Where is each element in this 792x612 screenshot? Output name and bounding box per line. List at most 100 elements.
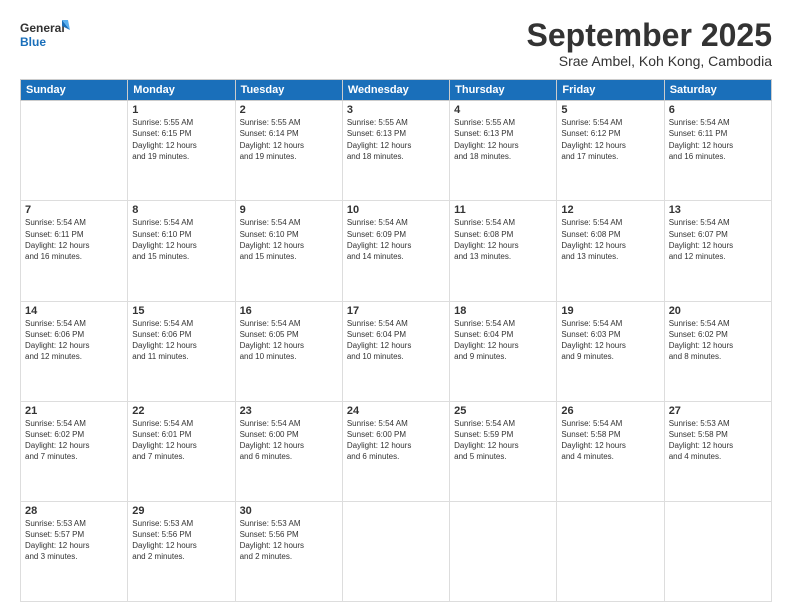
calendar-week-2: 7Sunrise: 5:54 AM Sunset: 6:11 PM Daylig… [21, 201, 772, 301]
weekday-header-saturday: Saturday [664, 80, 771, 101]
calendar-cell [557, 501, 664, 601]
svg-text:Blue: Blue [20, 35, 46, 49]
calendar-week-4: 21Sunrise: 5:54 AM Sunset: 6:02 PM Dayli… [21, 401, 772, 501]
calendar-cell: 18Sunrise: 5:54 AM Sunset: 6:04 PM Dayli… [450, 301, 557, 401]
day-number: 10 [347, 204, 445, 216]
location: Srae Ambel, Koh Kong, Cambodia [527, 53, 772, 69]
day-number: 17 [347, 305, 445, 317]
calendar-cell: 23Sunrise: 5:54 AM Sunset: 6:00 PM Dayli… [235, 401, 342, 501]
calendar-cell: 11Sunrise: 5:54 AM Sunset: 6:08 PM Dayli… [450, 201, 557, 301]
day-number: 22 [132, 405, 230, 417]
calendar-cell: 7Sunrise: 5:54 AM Sunset: 6:11 PM Daylig… [21, 201, 128, 301]
day-number: 25 [454, 405, 552, 417]
day-info: Sunrise: 5:55 AM Sunset: 6:13 PM Dayligh… [454, 117, 552, 162]
calendar-cell: 8Sunrise: 5:54 AM Sunset: 6:10 PM Daylig… [128, 201, 235, 301]
page: General Blue September 2025 Srae Ambel, … [0, 0, 792, 612]
calendar-cell: 4Sunrise: 5:55 AM Sunset: 6:13 PM Daylig… [450, 101, 557, 201]
calendar-cell: 16Sunrise: 5:54 AM Sunset: 6:05 PM Dayli… [235, 301, 342, 401]
day-info: Sunrise: 5:54 AM Sunset: 5:59 PM Dayligh… [454, 418, 552, 463]
calendar-cell: 25Sunrise: 5:54 AM Sunset: 5:59 PM Dayli… [450, 401, 557, 501]
day-info: Sunrise: 5:54 AM Sunset: 6:04 PM Dayligh… [347, 318, 445, 363]
day-info: Sunrise: 5:53 AM Sunset: 5:57 PM Dayligh… [25, 518, 123, 563]
title-block: September 2025 Srae Ambel, Koh Kong, Cam… [527, 18, 772, 69]
day-number: 11 [454, 204, 552, 216]
calendar-cell: 28Sunrise: 5:53 AM Sunset: 5:57 PM Dayli… [21, 501, 128, 601]
day-number: 7 [25, 204, 123, 216]
weekday-header-tuesday: Tuesday [235, 80, 342, 101]
calendar-cell: 19Sunrise: 5:54 AM Sunset: 6:03 PM Dayli… [557, 301, 664, 401]
day-number: 14 [25, 305, 123, 317]
day-info: Sunrise: 5:54 AM Sunset: 6:01 PM Dayligh… [132, 418, 230, 463]
day-info: Sunrise: 5:54 AM Sunset: 6:04 PM Dayligh… [454, 318, 552, 363]
weekday-header-row: SundayMondayTuesdayWednesdayThursdayFrid… [21, 80, 772, 101]
day-number: 23 [240, 405, 338, 417]
calendar-cell: 12Sunrise: 5:54 AM Sunset: 6:08 PM Dayli… [557, 201, 664, 301]
day-number: 21 [25, 405, 123, 417]
calendar-week-1: 1Sunrise: 5:55 AM Sunset: 6:15 PM Daylig… [21, 101, 772, 201]
day-number: 26 [561, 405, 659, 417]
weekday-header-wednesday: Wednesday [342, 80, 449, 101]
calendar-cell: 1Sunrise: 5:55 AM Sunset: 6:15 PM Daylig… [128, 101, 235, 201]
day-info: Sunrise: 5:55 AM Sunset: 6:14 PM Dayligh… [240, 117, 338, 162]
calendar-cell: 21Sunrise: 5:54 AM Sunset: 6:02 PM Dayli… [21, 401, 128, 501]
calendar-cell [450, 501, 557, 601]
day-number: 16 [240, 305, 338, 317]
day-number: 6 [669, 104, 767, 116]
calendar-cell [342, 501, 449, 601]
calendar-cell: 22Sunrise: 5:54 AM Sunset: 6:01 PM Dayli… [128, 401, 235, 501]
calendar-week-3: 14Sunrise: 5:54 AM Sunset: 6:06 PM Dayli… [21, 301, 772, 401]
calendar-cell: 13Sunrise: 5:54 AM Sunset: 6:07 PM Dayli… [664, 201, 771, 301]
calendar-cell: 15Sunrise: 5:54 AM Sunset: 6:06 PM Dayli… [128, 301, 235, 401]
day-number: 13 [669, 204, 767, 216]
day-info: Sunrise: 5:54 AM Sunset: 6:08 PM Dayligh… [561, 217, 659, 262]
calendar-cell: 3Sunrise: 5:55 AM Sunset: 6:13 PM Daylig… [342, 101, 449, 201]
weekday-header-monday: Monday [128, 80, 235, 101]
month-title: September 2025 [527, 18, 772, 53]
day-number: 3 [347, 104, 445, 116]
calendar-week-5: 28Sunrise: 5:53 AM Sunset: 5:57 PM Dayli… [21, 501, 772, 601]
calendar-cell: 29Sunrise: 5:53 AM Sunset: 5:56 PM Dayli… [128, 501, 235, 601]
day-number: 4 [454, 104, 552, 116]
day-number: 5 [561, 104, 659, 116]
day-number: 30 [240, 505, 338, 517]
day-info: Sunrise: 5:54 AM Sunset: 6:05 PM Dayligh… [240, 318, 338, 363]
calendar-cell: 24Sunrise: 5:54 AM Sunset: 6:00 PM Dayli… [342, 401, 449, 501]
day-number: 18 [454, 305, 552, 317]
day-info: Sunrise: 5:54 AM Sunset: 6:02 PM Dayligh… [669, 318, 767, 363]
day-number: 20 [669, 305, 767, 317]
day-info: Sunrise: 5:54 AM Sunset: 6:02 PM Dayligh… [25, 418, 123, 463]
day-info: Sunrise: 5:55 AM Sunset: 6:13 PM Dayligh… [347, 117, 445, 162]
calendar-cell: 14Sunrise: 5:54 AM Sunset: 6:06 PM Dayli… [21, 301, 128, 401]
day-number: 2 [240, 104, 338, 116]
weekday-header-thursday: Thursday [450, 80, 557, 101]
day-info: Sunrise: 5:53 AM Sunset: 5:56 PM Dayligh… [240, 518, 338, 563]
day-info: Sunrise: 5:54 AM Sunset: 6:11 PM Dayligh… [25, 217, 123, 262]
calendar-cell: 20Sunrise: 5:54 AM Sunset: 6:02 PM Dayli… [664, 301, 771, 401]
calendar-cell: 30Sunrise: 5:53 AM Sunset: 5:56 PM Dayli… [235, 501, 342, 601]
day-number: 29 [132, 505, 230, 517]
day-info: Sunrise: 5:54 AM Sunset: 6:03 PM Dayligh… [561, 318, 659, 363]
day-number: 9 [240, 204, 338, 216]
day-number: 27 [669, 405, 767, 417]
logo-svg: General Blue [20, 18, 70, 56]
weekday-header-friday: Friday [557, 80, 664, 101]
day-number: 15 [132, 305, 230, 317]
svg-text:General: General [20, 21, 65, 35]
day-info: Sunrise: 5:54 AM Sunset: 6:11 PM Dayligh… [669, 117, 767, 162]
calendar-cell [21, 101, 128, 201]
calendar-table: SundayMondayTuesdayWednesdayThursdayFrid… [20, 79, 772, 602]
weekday-header-sunday: Sunday [21, 80, 128, 101]
calendar-cell: 2Sunrise: 5:55 AM Sunset: 6:14 PM Daylig… [235, 101, 342, 201]
calendar-cell [664, 501, 771, 601]
header: General Blue September 2025 Srae Ambel, … [20, 18, 772, 69]
calendar-cell: 9Sunrise: 5:54 AM Sunset: 6:10 PM Daylig… [235, 201, 342, 301]
calendar-cell: 26Sunrise: 5:54 AM Sunset: 5:58 PM Dayli… [557, 401, 664, 501]
day-info: Sunrise: 5:54 AM Sunset: 6:00 PM Dayligh… [347, 418, 445, 463]
day-info: Sunrise: 5:54 AM Sunset: 6:06 PM Dayligh… [25, 318, 123, 363]
day-info: Sunrise: 5:53 AM Sunset: 5:58 PM Dayligh… [669, 418, 767, 463]
day-info: Sunrise: 5:54 AM Sunset: 5:58 PM Dayligh… [561, 418, 659, 463]
day-number: 1 [132, 104, 230, 116]
day-info: Sunrise: 5:54 AM Sunset: 6:10 PM Dayligh… [240, 217, 338, 262]
day-number: 28 [25, 505, 123, 517]
calendar-cell: 17Sunrise: 5:54 AM Sunset: 6:04 PM Dayli… [342, 301, 449, 401]
